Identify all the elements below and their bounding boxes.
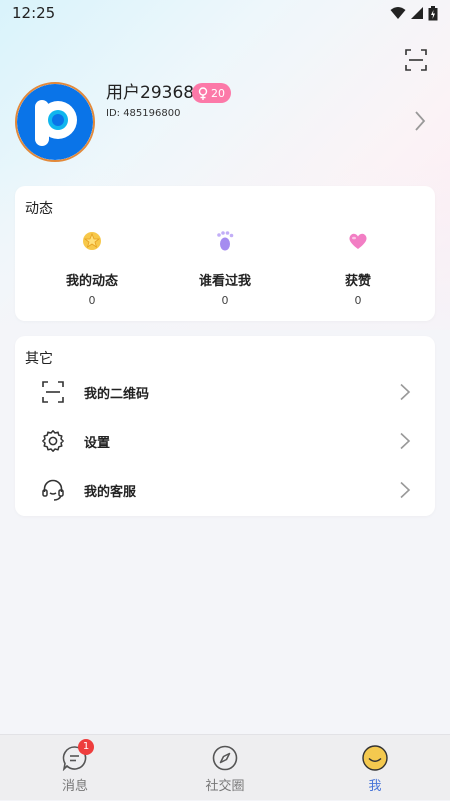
chevron-right-icon[interactable]	[413, 110, 427, 132]
compass-icon	[212, 745, 238, 771]
tab-label: 社交圈	[205, 779, 245, 794]
status-time: 12:25	[12, 4, 56, 22]
female-icon	[198, 86, 208, 100]
dynamics-card: 动态 我的动态 0 谁看过我 0 获赞 0	[15, 186, 435, 321]
footprint-icon	[217, 231, 234, 251]
settings-row[interactable]: 设置	[15, 418, 435, 464]
heart-icon	[349, 233, 367, 249]
user-id: ID: 485196800	[106, 108, 181, 119]
smiley-icon	[362, 745, 388, 771]
dynamics-count: 0	[88, 294, 96, 307]
my-qrcode-row[interactable]: 我的二维码	[15, 369, 435, 415]
row-label: 我的二维码	[84, 387, 150, 402]
status-icons	[390, 5, 438, 21]
username: 用户29368	[106, 83, 195, 103]
tab-social-circle[interactable]: 社交圈	[150, 735, 300, 801]
row-label: 我的客服	[84, 485, 137, 500]
visitors-item[interactable]: 谁看过我 0	[155, 230, 295, 316]
tab-label: 消息	[61, 779, 88, 794]
signal-icon	[411, 7, 423, 19]
star-icon	[83, 232, 101, 250]
tab-label: 我	[368, 779, 382, 794]
gear-icon	[42, 430, 64, 452]
others-title: 其它	[25, 351, 53, 367]
gender-age-badge: 20	[192, 83, 231, 103]
unread-badge: 1	[78, 739, 94, 755]
others-card: 其它 我的二维码 设置 我的客服	[15, 336, 435, 516]
status-bar: 12:25	[0, 0, 450, 26]
avatar[interactable]	[15, 82, 95, 162]
chevron-right-icon	[400, 481, 411, 499]
dynamics-count: 0	[221, 294, 229, 307]
my-posts-item[interactable]: 我的动态 0	[22, 230, 162, 316]
dynamics-label: 获赞	[344, 274, 371, 289]
profile-header[interactable]: 用户29368 20 ID: 485196800	[15, 82, 435, 162]
scan-icon[interactable]	[404, 48, 428, 72]
row-label: 设置	[84, 436, 111, 451]
chevron-right-icon	[400, 383, 411, 401]
dynamics-count: 0	[354, 294, 362, 307]
dynamics-title: 动态	[25, 201, 53, 217]
age-value: 20	[211, 86, 225, 100]
bottom-tab-bar: 1 消息 社交圈 我	[0, 734, 450, 800]
wifi-icon	[390, 7, 406, 19]
headset-icon	[42, 479, 64, 501]
dynamics-label: 我的动态	[65, 274, 118, 289]
qr-scan-icon	[42, 381, 64, 403]
customer-service-row[interactable]: 我的客服	[15, 467, 435, 513]
tab-me[interactable]: 我	[300, 735, 450, 801]
battery-icon	[428, 5, 438, 20]
app-logo-icon	[17, 84, 93, 160]
tab-messages[interactable]: 1 消息	[0, 735, 150, 801]
likes-item[interactable]: 获赞 0	[288, 230, 428, 316]
dynamics-label: 谁看过我	[198, 274, 251, 289]
chevron-right-icon	[400, 432, 411, 450]
